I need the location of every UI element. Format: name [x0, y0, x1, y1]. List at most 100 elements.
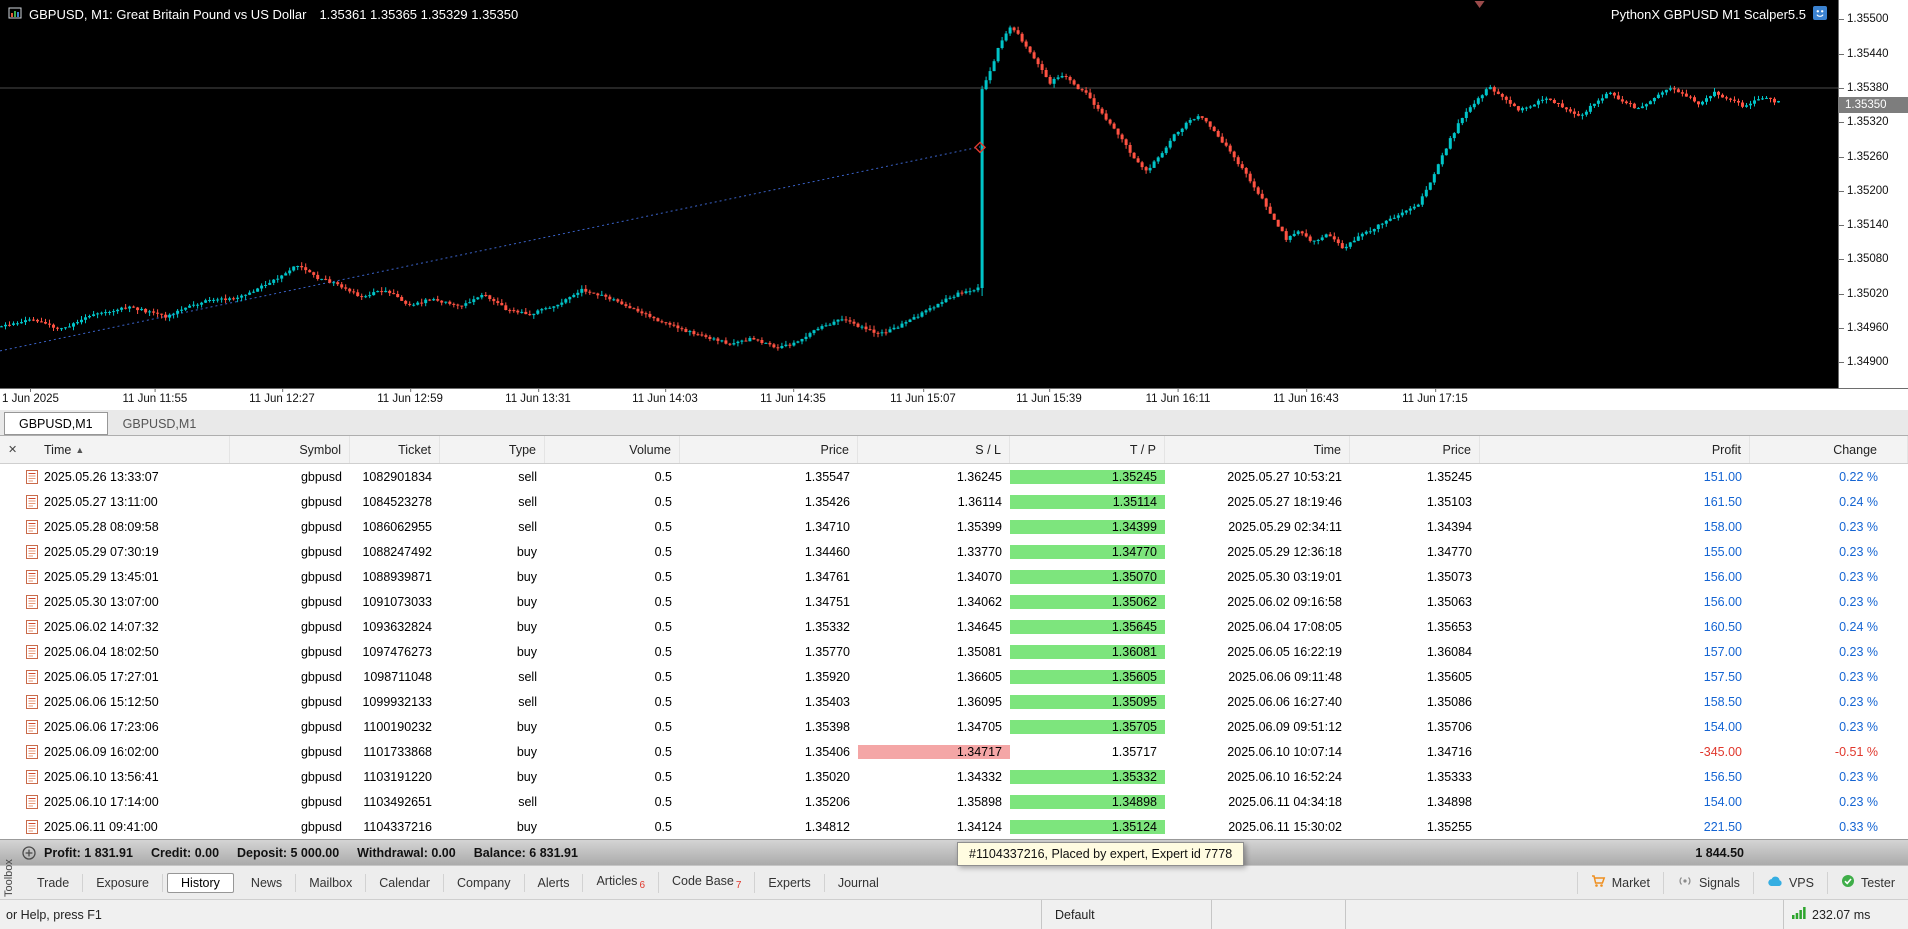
cell-symbol: gbpusd [300, 594, 342, 609]
cell-volume: 0.5 [654, 669, 672, 684]
summary-profit: Profit: 1 831.91 [44, 845, 133, 860]
shortcut-market[interactable]: Market [1576, 871, 1663, 894]
cell-open-time: 2025.05.30 13:07:00 [44, 594, 159, 609]
chart-title: GBPUSD, M1: Great Britain Pound vs US Do… [29, 7, 307, 22]
cell-profit: 154.00 [1703, 794, 1742, 809]
toolbox-tab-journal[interactable]: Journal [825, 874, 892, 892]
cell-tp: 1.35095 [1010, 694, 1165, 709]
column-header-type[interactable]: Type [440, 436, 545, 463]
toolbox-tab-news[interactable]: News [238, 873, 297, 892]
cell-ticket: 1104337216 [363, 819, 432, 834]
cell-type: sell [518, 669, 537, 684]
cell-open-time: 2025.06.04 18:02:50 [44, 644, 159, 659]
toolbox-tab-company[interactable]: Company [444, 873, 525, 892]
cell-sl: 1.36095 [956, 694, 1002, 709]
cell-symbol: gbpusd [300, 744, 342, 759]
cell-sl: 1.34705 [956, 719, 1002, 734]
toolbox-close-button[interactable]: ✕ [4, 442, 21, 457]
history-row[interactable]: 2025.06.06 15:12:50 gbpusd 1099932133 sell 0… [0, 689, 1908, 714]
history-row[interactable]: 2025.06.06 17:23:06 gbpusd 1100190232 buy 0.… [0, 714, 1908, 739]
cell-ticket: 1101733868 [363, 744, 432, 759]
toolbox-tab-code-base[interactable]: Code Base 7 [659, 871, 756, 894]
history-row[interactable]: 2025.06.10 17:14:00 gbpusd 1103492651 sell 0… [0, 789, 1908, 814]
chart-tab-1[interactable]: GBPUSD,M1 [108, 412, 212, 435]
history-row[interactable]: 2025.06.10 13:56:41 gbpusd 1103191220 buy 0.… [0, 764, 1908, 789]
column-header-tp[interactable]: T / P [1010, 436, 1165, 463]
toolbox-tab-trade[interactable]: Trade [24, 873, 84, 892]
column-header-sl[interactable]: S / L [858, 436, 1010, 463]
cell-symbol: gbpusd [300, 494, 342, 509]
column-header-symbol[interactable]: Symbol [230, 436, 350, 463]
expert-name: PythonX GBPUSD M1 Scalper5.5 [1610, 7, 1806, 22]
history-row[interactable]: 2025.06.05 17:27:01 gbpusd 1098711048 sell 0… [0, 664, 1908, 689]
plus-circle-icon[interactable] [22, 845, 36, 860]
cell-close-price: 1.34770 [1426, 544, 1472, 559]
toolbox-tab-exposure[interactable]: Exposure [83, 873, 164, 892]
history-row[interactable]: 2025.05.26 13:33:07 gbpusd 1082901834 sell 0… [0, 464, 1908, 489]
column-header-time[interactable]: Time ▲ [44, 436, 230, 463]
history-row[interactable]: 2025.05.28 08:09:58 gbpusd 1086062955 sell 0… [0, 514, 1908, 539]
shortcut-tester[interactable]: Tester [1826, 871, 1908, 894]
cell-close-time: 2025.06.05 16:22:19 [1227, 644, 1342, 659]
history-row[interactable]: 2025.06.02 14:07:32 gbpusd 1093632824 buy 0.… [0, 614, 1908, 639]
cell-change: 0.24 % [1839, 619, 1878, 634]
cell-change: 0.33 % [1839, 819, 1878, 834]
price-axis-label: 1.35020 [1839, 287, 1889, 300]
status-profile[interactable]: Default [1041, 900, 1211, 929]
cell-change: 0.23 % [1839, 594, 1878, 609]
status-empty-cell [1211, 900, 1345, 929]
history-row[interactable]: 2025.06.09 16:02:00 gbpusd 1101733868 buy 0.… [0, 739, 1908, 764]
history-row[interactable]: 2025.05.29 07:30:19 gbpusd 1088247492 buy 0.… [0, 539, 1908, 564]
column-header-ticket[interactable]: Ticket [350, 436, 440, 463]
cell-type: buy [516, 769, 537, 784]
cell-profit: 158.50 [1703, 694, 1742, 709]
cell-open-price: 1.34761 [804, 569, 850, 584]
shortcut-signals[interactable]: Signals [1662, 871, 1753, 894]
cell-tp: 1.36081 [1010, 644, 1165, 659]
cell-close-time: 2025.06.02 09:16:58 [1227, 594, 1342, 609]
chart-tab-0[interactable]: GBPUSD,M1 [4, 412, 108, 435]
history-row[interactable]: 2025.06.04 18:02:50 gbpusd 1097476273 buy 0.… [0, 639, 1908, 664]
chart-ohlc-values: 1.35361 1.35365 1.35329 1.35350 [319, 7, 519, 22]
chart-panel[interactable]: GBPUSD, M1: Great Britain Pound vs US Do… [0, 0, 1908, 388]
column-header-price[interactable]: Price [680, 436, 858, 463]
time-axis-label: 11 Jun 16:11 [1145, 389, 1211, 405]
toolbox-tab-history[interactable]: History [167, 872, 234, 893]
time-axis-label: 11 Jun 12:27 [249, 389, 315, 405]
cell-ticket: 1082901834 [362, 469, 432, 484]
history-row[interactable]: 2025.06.11 09:41:00 gbpusd 1104337216 buy 0.… [0, 814, 1908, 839]
history-row[interactable]: 2025.05.29 13:45:01 gbpusd 1088939871 buy 0.… [0, 564, 1908, 589]
history-row[interactable]: 2025.05.27 13:11:00 gbpusd 1084523278 sell 0… [0, 489, 1908, 514]
cell-ticket: 1099932133 [362, 694, 432, 709]
column-header-price[interactable]: Price [1350, 436, 1480, 463]
cell-profit: 158.00 [1703, 519, 1742, 534]
time-axis[interactable]: 1 Jun 2025 11 Jun 11:55 11 Jun 12:27 11 Jun… [0, 388, 1908, 410]
cell-tp: 1.35705 [1010, 719, 1165, 734]
toolbox-tab-mailbox[interactable]: Mailbox [296, 873, 367, 892]
history-row[interactable]: 2025.05.30 13:07:00 gbpusd 1091073033 buy 0.… [0, 589, 1908, 614]
cell-symbol: gbpusd [300, 644, 342, 659]
toolbox-tab-experts[interactable]: Experts [755, 873, 825, 892]
price-axis-label: 1.35320 [1839, 116, 1889, 129]
toolbox-tab-alerts[interactable]: Alerts [525, 873, 584, 892]
shortcut-vps[interactable]: VPS [1752, 871, 1827, 894]
cell-open-price: 1.35920 [804, 669, 850, 684]
toolbox-tab-articles[interactable]: Articles 6 [583, 871, 659, 894]
column-header-volume[interactable]: Volume [545, 436, 680, 463]
cell-change: 0.23 % [1839, 769, 1878, 784]
cell-profit: 155.00 [1703, 544, 1742, 559]
column-header-time[interactable]: Time [1165, 436, 1350, 463]
cell-symbol: gbpusd [300, 619, 342, 634]
candlestick-chart[interactable] [0, 0, 1838, 388]
price-axis[interactable]: 1.35500 1.35440 1.35380 1.35320 1.35260 1.352… [1838, 0, 1908, 388]
cell-change: 0.23 % [1839, 794, 1878, 809]
expert-smiley-icon[interactable] [1812, 5, 1828, 24]
cell-open-price: 1.35406 [804, 744, 850, 759]
deal-icon [0, 469, 44, 484]
toolbox-tab-calendar[interactable]: Calendar [366, 873, 444, 892]
cell-open-price: 1.35403 [804, 694, 850, 709]
status-connection[interactable]: 232.07 ms [1783, 900, 1908, 929]
cell-tp: 1.34770 [1010, 544, 1165, 559]
column-header-profit[interactable]: Profit [1480, 436, 1750, 463]
column-header-change[interactable]: Change [1750, 436, 1908, 463]
